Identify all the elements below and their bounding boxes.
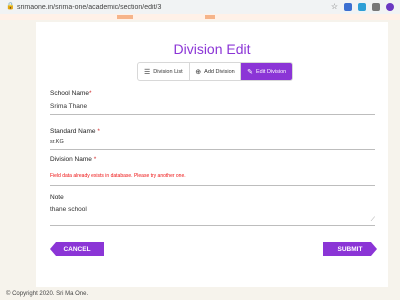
tab-label: Edit Division (255, 68, 287, 75)
required-marker: * (89, 90, 92, 97)
school-name-input[interactable]: Srima Thane (50, 103, 375, 110)
browser-address-bar: 🔒 srimaone.in/srima-one/academic/section… (0, 0, 400, 15)
division-name-error: Field data already exists in database. P… (50, 173, 186, 179)
extension-icon[interactable] (358, 3, 366, 11)
school-name-label: School Name (50, 90, 90, 97)
page-title: Division Edit (173, 41, 251, 57)
tab-division-list[interactable]: ☰ Division List (138, 63, 190, 80)
submit-button[interactable]: SUBMIT (323, 242, 377, 256)
required-marker: * (97, 128, 100, 135)
footer-copyright: © Copyright 2020. Sri Ma One. (6, 291, 89, 297)
tab-label: Add Division (204, 68, 235, 75)
plus-circle-icon: ⊕ (195, 68, 202, 76)
top-accent-strip (0, 14, 400, 20)
tab-label: Division List (153, 68, 183, 75)
extension-icon[interactable] (372, 3, 380, 11)
bookmark-star-icon[interactable]: ☆ (331, 3, 338, 11)
division-name-field: Division Name * Field data already exist… (50, 156, 375, 186)
tab-group: ☰ Division List ⊕ Add Division ✎ Edit Di… (137, 62, 293, 81)
input-underline (50, 149, 375, 150)
standard-name-label: Standard Name (50, 128, 96, 135)
tab-edit-division[interactable]: ✎ Edit Division (241, 63, 292, 80)
tab-add-division[interactable]: ⊕ Add Division (190, 63, 242, 80)
list-icon: ☰ (144, 68, 151, 76)
cancel-button[interactable]: CANCEL (50, 242, 104, 256)
note-textarea[interactable]: thane school (50, 206, 375, 213)
standard-name-field: Standard Name * sr.KG (50, 128, 375, 150)
url-text[interactable]: srimaone.in/srima-one/academic/section/e… (17, 4, 331, 11)
edit-icon: ✎ (247, 68, 253, 76)
standard-name-select[interactable]: sr.KG (50, 139, 375, 145)
browser-extensions: ☆ (331, 3, 394, 11)
input-underline (50, 185, 375, 186)
division-edit-card: Division Edit ☰ Division List ⊕ Add Divi… (36, 22, 388, 287)
note-field: Note thane school ⟋ (50, 194, 375, 226)
lock-icon: 🔒 (6, 3, 15, 10)
decorative-mark (117, 15, 133, 19)
profile-avatar[interactable] (386, 3, 394, 11)
note-label: Note (50, 194, 64, 201)
input-underline (50, 225, 375, 226)
input-underline (50, 114, 375, 115)
extension-icon[interactable] (344, 3, 352, 11)
division-name-label: Division Name (50, 156, 92, 163)
decorative-mark (205, 15, 215, 19)
required-marker: * (93, 156, 97, 163)
school-name-field: School Name* Srima Thane (50, 90, 375, 115)
resize-handle-icon[interactable]: ⟋ (371, 217, 375, 224)
